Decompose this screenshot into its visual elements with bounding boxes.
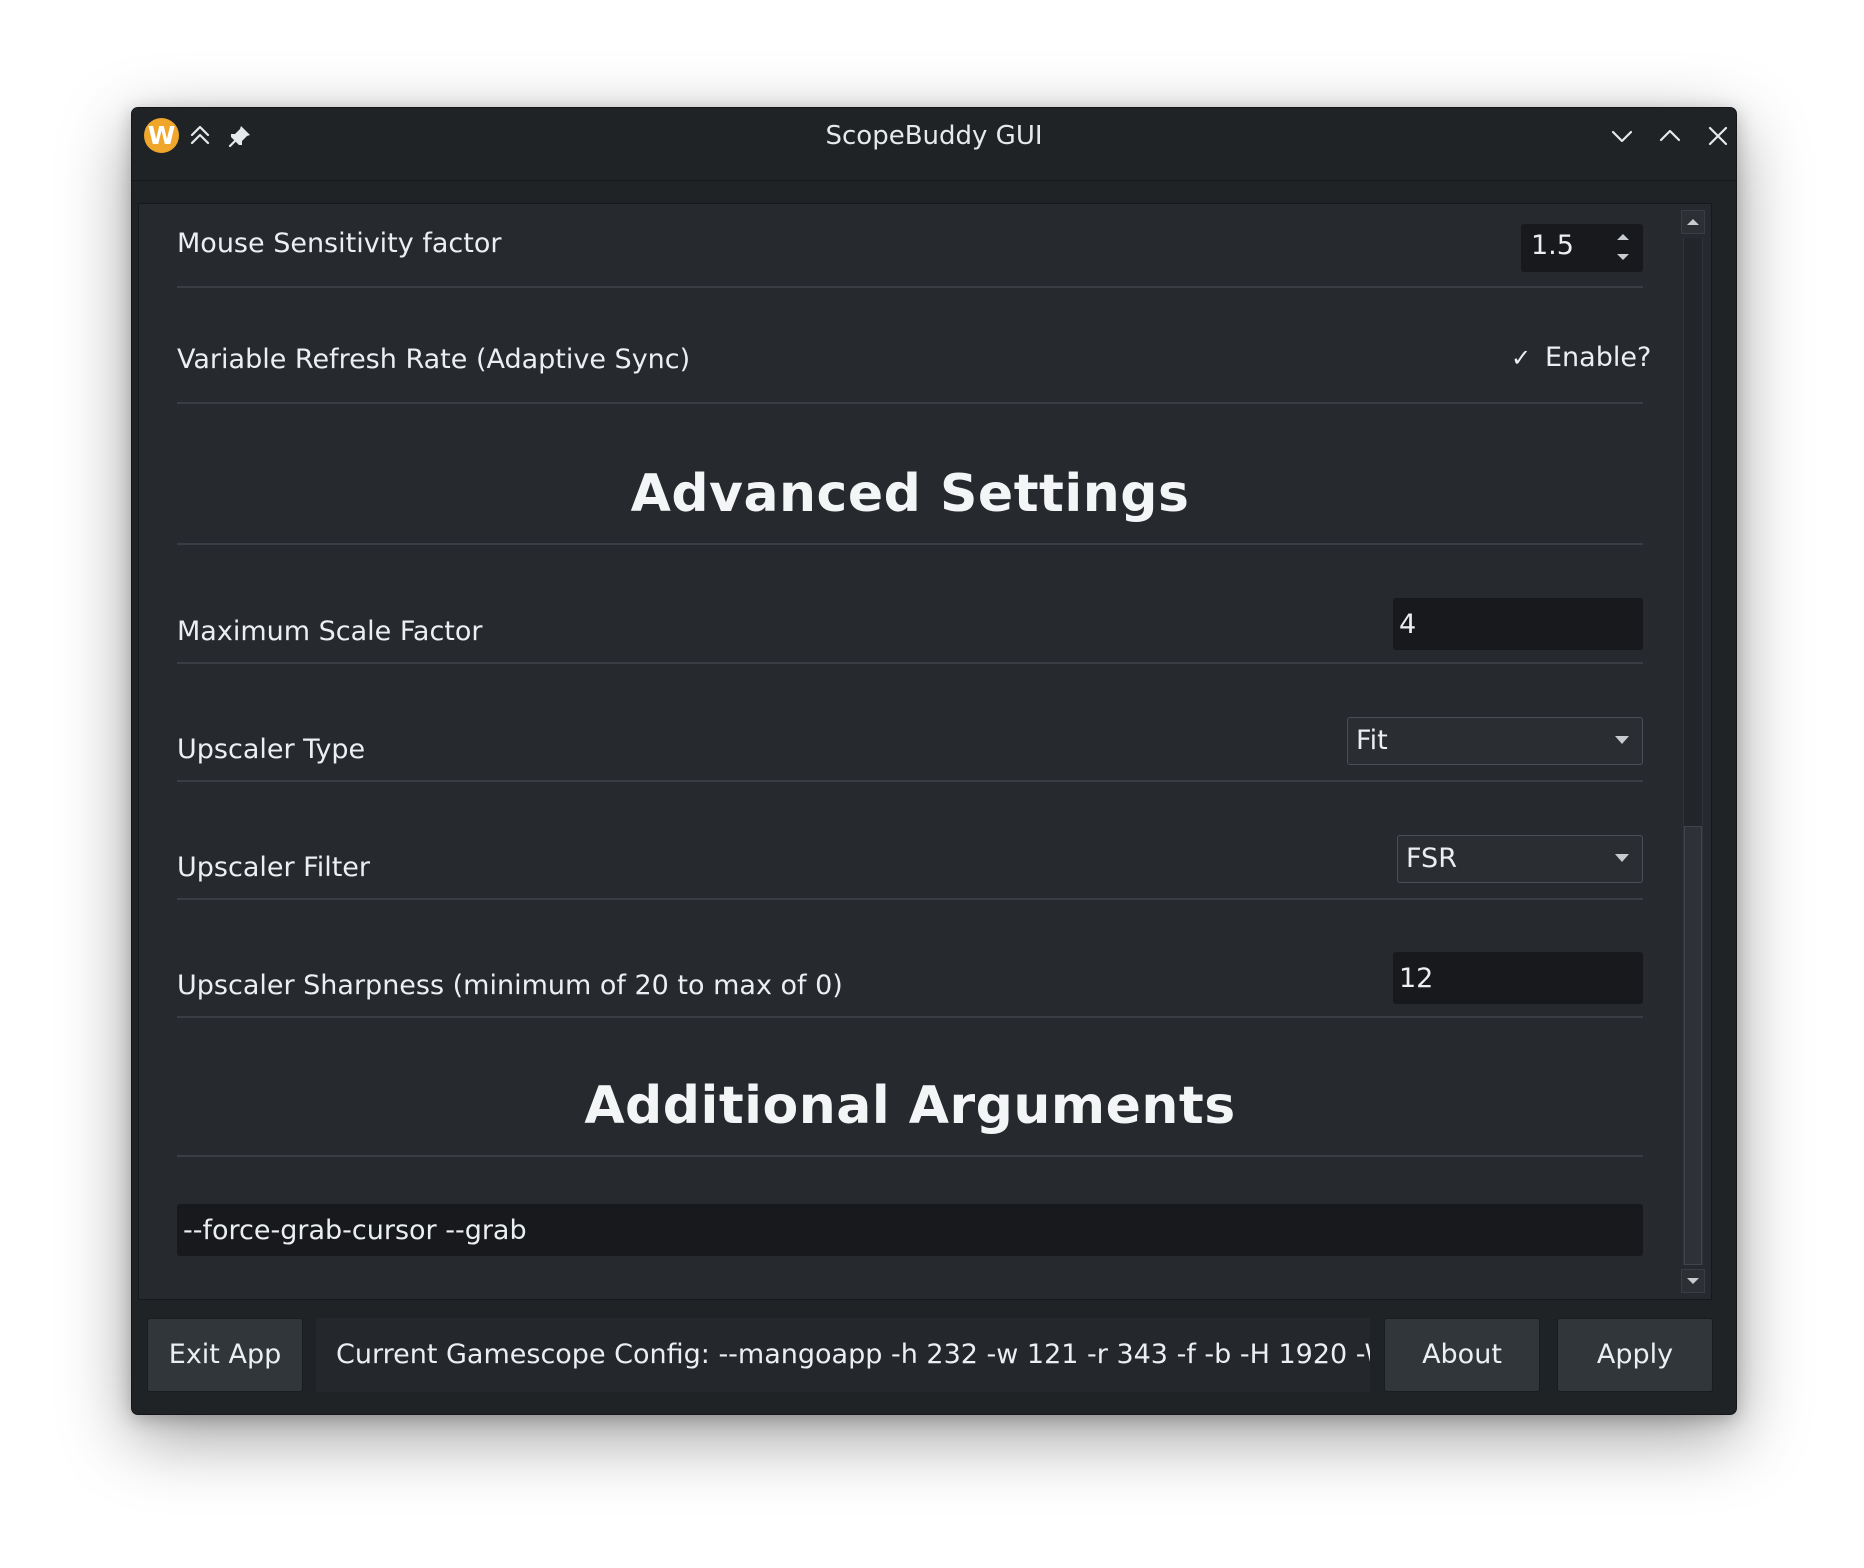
- scroll-down-icon[interactable]: [1681, 1269, 1705, 1293]
- exit-app-button[interactable]: Exit App: [147, 1318, 303, 1392]
- advanced-settings-heading: Advanced Settings: [630, 464, 1190, 524]
- max-scale-label: Maximum Scale Factor: [177, 616, 483, 647]
- scroll-up-icon[interactable]: [1681, 210, 1705, 234]
- vrr-label: Variable Refresh Rate (Adaptive Sync): [177, 344, 691, 375]
- chevron-down-icon: [1614, 853, 1630, 863]
- max-scale-input[interactable]: [1393, 598, 1643, 650]
- row-divider: [177, 662, 1643, 664]
- vrr-enable-label: Enable?: [1545, 342, 1652, 373]
- spin-down-icon[interactable]: [1613, 248, 1633, 266]
- spin-up-icon[interactable]: [1613, 228, 1633, 246]
- additional-arguments-input[interactable]: [177, 1204, 1643, 1256]
- mouse-sensitivity-spinbox[interactable]: 1.5: [1521, 224, 1643, 272]
- window-title: ScopeBuddy GUI: [825, 121, 1043, 151]
- close-icon[interactable]: [1702, 120, 1734, 152]
- upscaler-filter-value: FSR: [1406, 843, 1457, 874]
- row-divider: [177, 1016, 1643, 1018]
- upscaler-type-label: Upscaler Type: [177, 734, 366, 765]
- mouse-sensitivity-value: 1.5: [1531, 230, 1574, 261]
- upscaler-sharpness-field[interactable]: [1393, 952, 1643, 1004]
- bottom-bar: Exit App Current Gamescope Config: --man…: [132, 1306, 1736, 1396]
- titlebar-divider: [132, 180, 1736, 181]
- check-icon: ✓: [1511, 343, 1532, 372]
- scrollbar-track[interactable]: [1683, 238, 1703, 1265]
- additional-arguments-field[interactable]: [177, 1204, 1643, 1256]
- vrr-enable-checkbox[interactable]: ✓ Enable?: [1511, 342, 1651, 373]
- minimize-icon[interactable]: [1606, 120, 1638, 152]
- chevron-down-icon: [1614, 735, 1630, 745]
- upscaler-type-dropdown[interactable]: Fit: [1347, 717, 1643, 765]
- settings-scroll-area[interactable]: Mouse Sensitivity factor 1.5 Variable Re…: [138, 203, 1712, 1300]
- row-divider: [177, 286, 1643, 288]
- row-divider: [177, 780, 1643, 782]
- upscaler-filter-label: Upscaler Filter: [177, 852, 371, 883]
- section-divider: [177, 1155, 1643, 1157]
- additional-arguments-heading: Additional Arguments: [584, 1076, 1236, 1136]
- vertical-scrollbar[interactable]: [1681, 210, 1705, 1293]
- upscaler-filter-dropdown[interactable]: FSR: [1397, 835, 1643, 883]
- mouse-sensitivity-label: Mouse Sensitivity factor: [177, 228, 502, 259]
- row-divider: [177, 402, 1643, 404]
- upscaler-sharpness-input[interactable]: [1393, 952, 1643, 1004]
- about-button[interactable]: About: [1384, 1318, 1540, 1392]
- row-divider: [177, 898, 1643, 900]
- title-bar[interactable]: W ScopeBuddy GUI: [132, 108, 1736, 180]
- upscaler-sharpness-label: Upscaler Sharpness (minimum of 20 to max…: [177, 970, 843, 1001]
- section-divider: [177, 543, 1643, 545]
- max-scale-field[interactable]: [1393, 598, 1643, 650]
- current-config-display: Current Gamescope Config: --mangoapp -h …: [316, 1318, 1370, 1392]
- apply-button[interactable]: Apply: [1557, 1318, 1713, 1392]
- maximize-icon[interactable]: [1654, 120, 1686, 152]
- scrollbar-thumb[interactable]: [1684, 826, 1702, 1265]
- upscaler-type-value: Fit: [1356, 725, 1388, 756]
- app-window: W ScopeBuddy GUI Mouse Sensitivity facto…: [131, 107, 1737, 1415]
